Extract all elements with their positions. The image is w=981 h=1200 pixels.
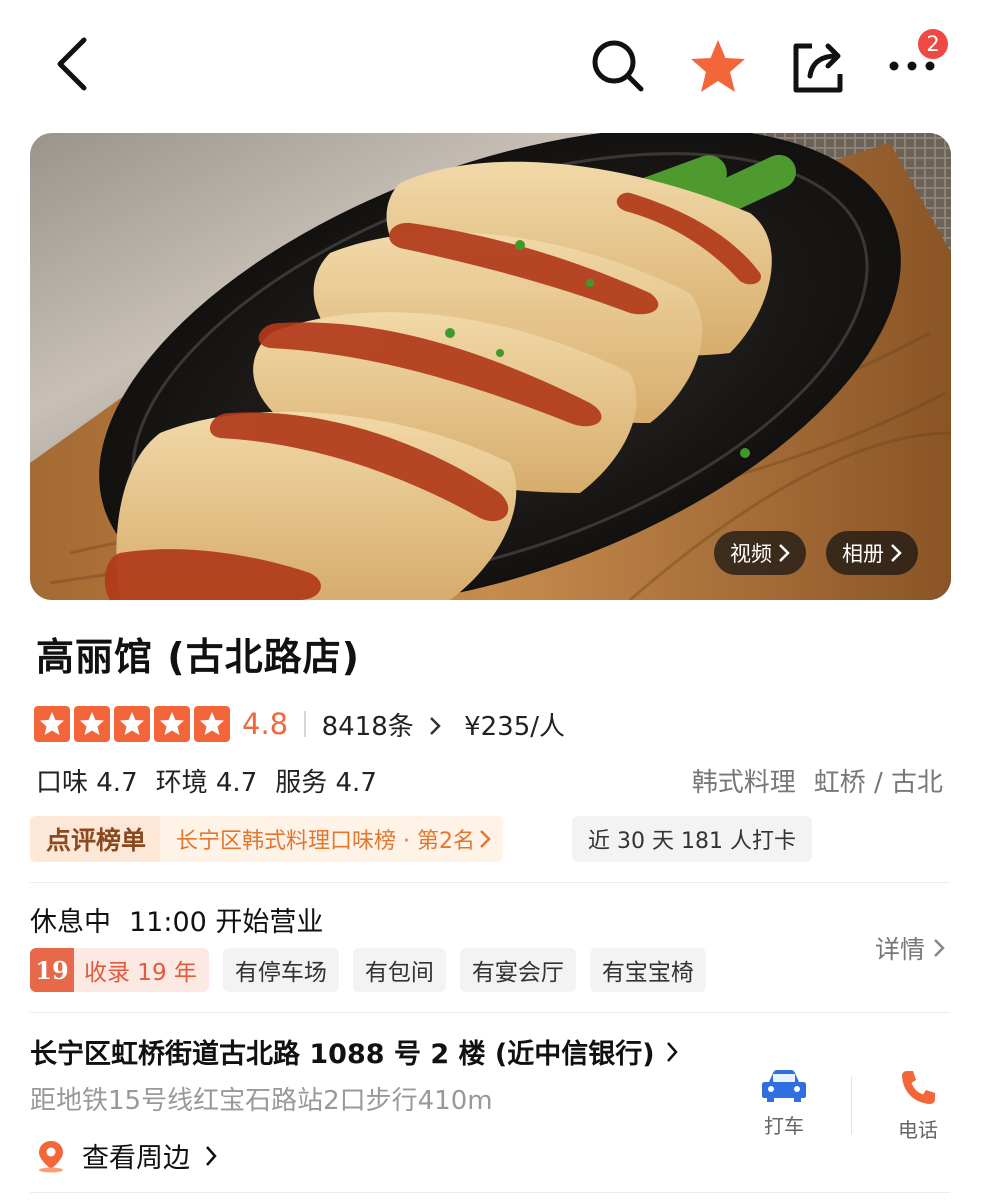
taste-score: 口味 4.7 [36, 768, 138, 798]
nearby-label: 查看周边 [82, 1143, 190, 1174]
ranking-badge-label: 点评榜单 [46, 826, 147, 855]
chevron-left-icon [57, 37, 87, 91]
share-icon [793, 43, 843, 93]
phone-label: 电话 [898, 1118, 938, 1142]
details-label: 详情 [874, 935, 925, 964]
address-link[interactable]: 长宁区虹桥街道古北路 1088 号 2 楼 (近中信银行) [30, 1032, 679, 1071]
years-listed-tag: 19 收录 19 年 [30, 948, 209, 992]
checkin-badge: 近 30 天 181 人打卡 [572, 816, 812, 862]
area-label: 虹桥 / 古北 [813, 768, 943, 798]
taxi-label: 打车 [764, 1114, 804, 1138]
action-divider [851, 1076, 852, 1134]
review-count-link[interactable]: 8418条 [322, 706, 442, 743]
video-label: 视频 [730, 542, 772, 566]
rating-star-icon [34, 706, 70, 742]
hero-photo[interactable] [30, 133, 951, 600]
cuisine-category: 韩式料理 [691, 768, 796, 798]
taxi-button[interactable]: 打车 [744, 1068, 824, 1139]
section-divider [30, 882, 950, 883]
search-icon [592, 40, 644, 92]
rating-star-icon [114, 706, 150, 742]
business-hours: 休息中 11:00 开始营业 [30, 900, 323, 939]
chevron-right-icon [430, 716, 441, 735]
review-count: 8418条 [321, 711, 414, 742]
album-button[interactable]: 相册 [826, 531, 918, 575]
notification-badge: 2 [916, 27, 950, 61]
environment-score: 环境 4.7 [155, 768, 258, 798]
service-score: 服务 4.7 [275, 768, 377, 798]
banquet-hall-tag: 有宴会厅 [459, 948, 576, 992]
metro-distance: 距地铁15号线红宝石路站2口步行410m [30, 1086, 493, 1116]
phone-button[interactable]: 电话 [878, 1068, 958, 1143]
years-listed-text: 收录 19 年 [84, 960, 197, 986]
phone-icon [902, 1071, 935, 1104]
back-button[interactable] [40, 32, 104, 96]
rating-row: 4.8 8418条 ¥235/人 [34, 702, 565, 746]
chevron-right-icon [934, 939, 945, 957]
years-number-icon: 19 [30, 948, 74, 992]
video-button[interactable]: 视频 [714, 531, 806, 575]
address-text: 长宁区虹桥街道古北路 1088 号 2 楼 (近中信银行) [30, 1039, 655, 1070]
car-icon [762, 1070, 806, 1102]
more-dots-icon [889, 61, 935, 71]
chevron-right-icon [480, 830, 491, 848]
category-info: 韩式料理 虹桥 / 古北 [692, 762, 943, 799]
store-name: 高丽馆 (古北路店) [36, 635, 360, 679]
rating-star-icon [154, 706, 190, 742]
chevron-right-icon [891, 544, 902, 562]
ranking-text-box: 长宁区韩式料理口味榜 · 第2名 [160, 816, 503, 862]
ranking-banner[interactable]: 点评榜单 长宁区韩式料理口味榜 · 第2名 [30, 816, 503, 862]
baby-chair-tag: 有宝宝椅 [589, 948, 706, 992]
divider [304, 711, 306, 737]
location-pin-icon [39, 1140, 63, 1172]
share-button[interactable] [786, 34, 850, 98]
chevron-right-icon [666, 1041, 678, 1062]
chevron-right-icon [779, 544, 790, 562]
details-link[interactable]: 详情 [875, 930, 945, 966]
top-bar: 2 [0, 0, 981, 130]
star-icon [691, 40, 745, 92]
ranking-badge: 点评榜单 [30, 816, 161, 862]
album-label: 相册 [842, 542, 884, 566]
rating-star-icon [74, 706, 110, 742]
star-rating [34, 706, 230, 742]
chevron-right-icon [206, 1145, 217, 1166]
nearby-link[interactable]: 查看周边 [34, 1136, 218, 1175]
average-price: ¥235/人 [464, 711, 565, 742]
open-status: 休息中 [30, 907, 111, 938]
feature-tags: 19 收录 19 年 有停车场 有包间 有宴会厅 有宝宝椅 [30, 948, 706, 992]
sub-scores: 口味 4.7 环境 4.7 服务 4.7 [36, 762, 377, 799]
opening-time: 11:00 开始营业 [129, 907, 324, 938]
favorite-button[interactable] [686, 34, 750, 98]
ranking-text: 长宁区韩式料理口味榜 · 第2名 [176, 829, 475, 854]
food-photo-illustration [30, 133, 951, 600]
private-room-tag: 有包间 [352, 948, 446, 992]
search-button[interactable] [586, 34, 650, 98]
rating-score: 4.8 [242, 707, 289, 741]
section-divider [30, 1192, 950, 1193]
parking-tag: 有停车场 [222, 948, 339, 992]
rating-star-icon [194, 706, 230, 742]
section-divider [30, 1012, 950, 1013]
